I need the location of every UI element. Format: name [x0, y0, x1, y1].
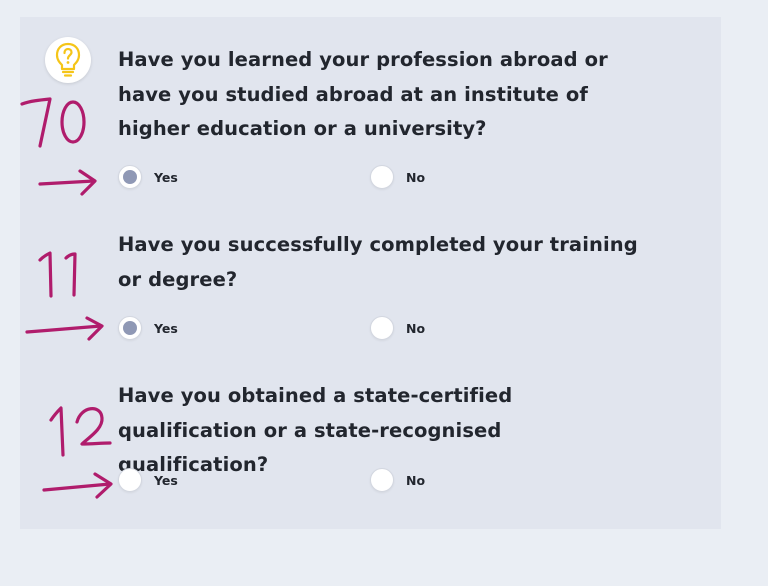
- radio-option-no[interactable]: No: [370, 316, 425, 340]
- radio-button[interactable]: [118, 165, 142, 189]
- help-badge: [45, 37, 91, 83]
- lightbulb-question-icon: [55, 42, 81, 77]
- question-text: Have you learned your profession abroad …: [118, 48, 608, 140]
- radio-label: Yes: [154, 169, 178, 185]
- radio-label: No: [406, 472, 426, 488]
- question-text: Have you obtained a state-certified qual…: [118, 384, 513, 476]
- radio-button[interactable]: [118, 316, 142, 340]
- radio-label: No: [406, 320, 426, 336]
- radio-option-yes[interactable]: Yes: [118, 316, 178, 340]
- radio-option-yes[interactable]: Yes: [118, 165, 178, 189]
- question-text: Have you successfully completed your tra…: [118, 233, 638, 291]
- radio-option-no[interactable]: No: [370, 165, 425, 189]
- radio-label: No: [406, 169, 426, 185]
- radio-button[interactable]: [370, 468, 394, 492]
- radio-option-no[interactable]: No: [370, 468, 425, 492]
- radio-button[interactable]: [118, 468, 142, 492]
- radio-button[interactable]: [370, 316, 394, 340]
- radio-label: Yes: [154, 320, 178, 336]
- radio-label: Yes: [154, 472, 178, 488]
- radio-button[interactable]: [370, 165, 394, 189]
- radio-option-yes[interactable]: Yes: [118, 468, 178, 492]
